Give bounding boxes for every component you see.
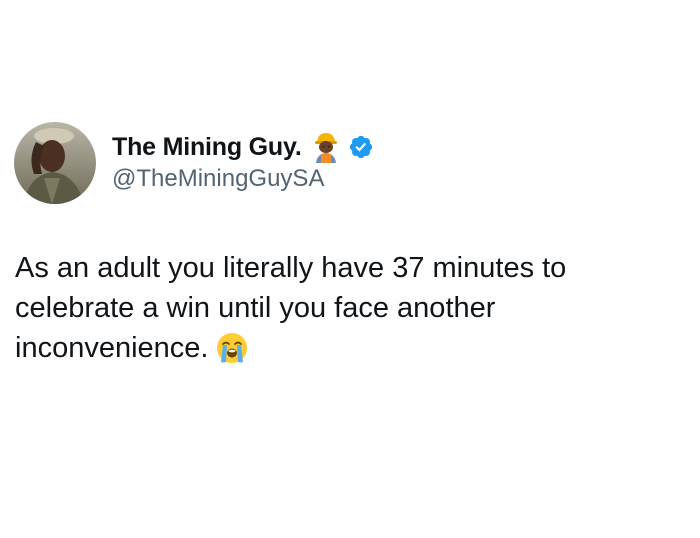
display-name[interactable]: The Mining Guy.: [112, 133, 302, 162]
tweet-text-line-last: inconvenience.: [15, 328, 675, 368]
avatar[interactable]: [14, 122, 96, 204]
construction-worker-emoji-icon: [314, 133, 337, 163]
author-block: The Mining Guy. @TheMiningGuySA: [112, 129, 374, 193]
tweet-text-line: celebrate a win until you face another: [15, 292, 496, 324]
name-row: The Mining Guy.: [112, 129, 374, 165]
loudly-crying-face-emoji-icon: [217, 333, 248, 363]
avatar-photo: [14, 122, 96, 204]
verified-badge-icon: [349, 135, 372, 159]
tweet-card: The Mining Guy. @TheMiningGuySA As an ad…: [0, 0, 700, 538]
tweet-text: As an adult you literally have 37 minute…: [15, 248, 675, 368]
author-handle[interactable]: @TheMiningGuySA: [112, 165, 374, 193]
tweet-text-line: As an adult you literally have 37 minute…: [15, 252, 567, 284]
tweet-text-line: inconvenience.: [15, 332, 209, 364]
